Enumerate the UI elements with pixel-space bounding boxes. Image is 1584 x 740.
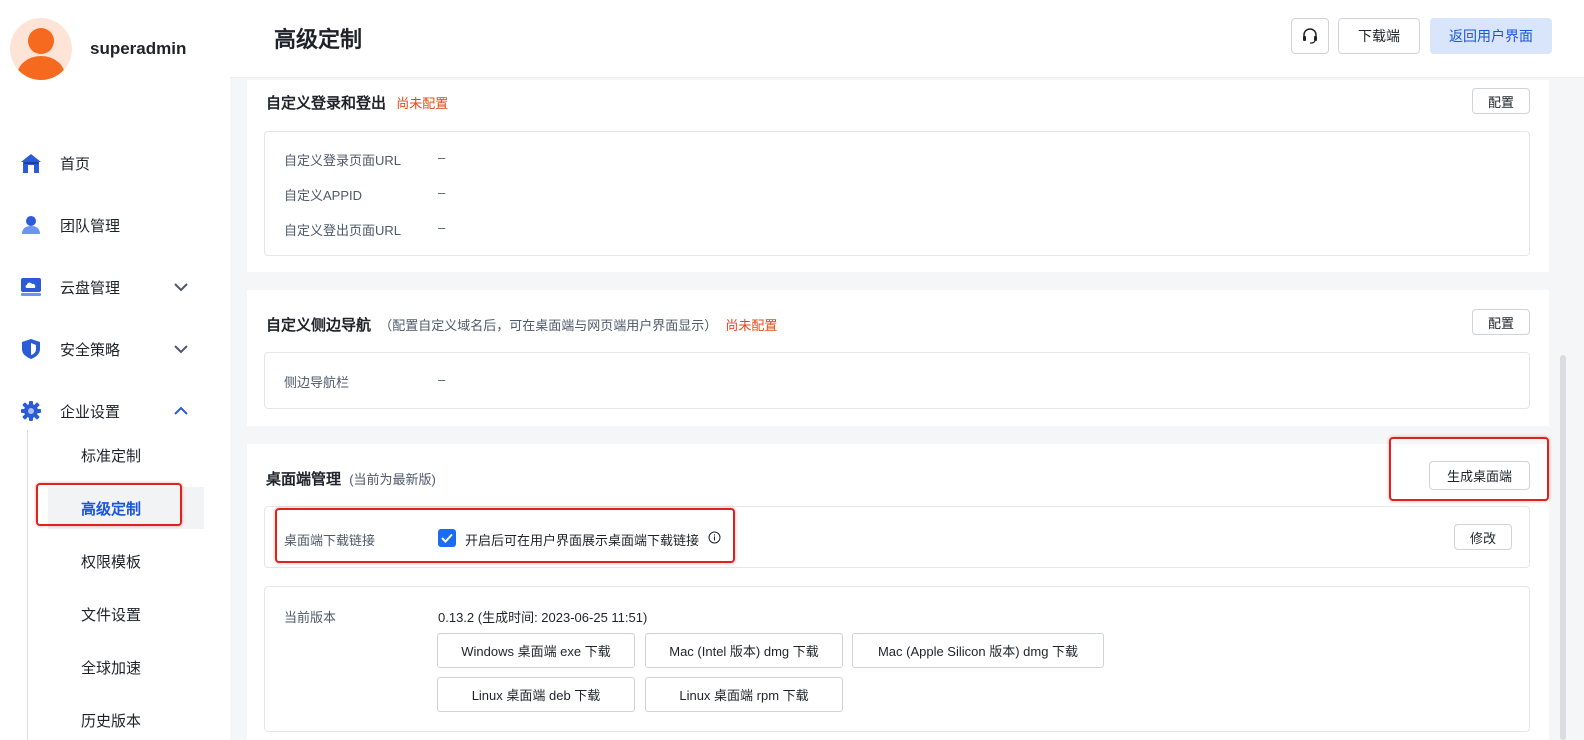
support-button[interactable] [1291,18,1329,54]
card-title: 自定义登录和登出 尚未配置 [266,92,448,113]
username: superadmin [90,39,187,58]
sidebar-subitem-global-acceleration[interactable]: 全球加速 [48,646,204,688]
desktop-client-card: 桌面端管理 (当前为最新版) 生成桌面端 桌面端下载链接 开启后可在用户界面展示… [247,444,1549,740]
sidebar-subitem-label: 标准定制 [81,447,142,465]
version-value: 0.13.2 (生成时间: 2023-06-25 11:51) [438,610,648,625]
page-title: 高级定制 [274,27,363,52]
windows-exe-download-button[interactable]: Windows 桌面端 exe 下载 [437,633,635,668]
chevron-down-icon[interactable] [172,278,190,296]
team-icon [22,216,40,234]
headset-icon [1303,28,1317,44]
submenu-guide-line [27,430,28,740]
card-note: （配置自定义域名后，可在桌面端与网页端用户界面显示） [379,318,718,333]
sidebar-item-enterprise-settings[interactable]: 企业设置 [0,391,230,431]
checkmark-icon [441,533,453,543]
download-label: Mac (Intel 版本) dmg 下载 [669,644,819,659]
custom-sidenav-card: 自定义侧边导航 （配置自定义域名后，可在桌面端与网页端用户界面显示） 尚未配置 … [247,290,1549,426]
sidebar-subitem-label: 全球加速 [81,659,142,677]
sidebar-subitem-history-versions[interactable]: 历史版本 [48,699,204,740]
avatar [10,18,72,80]
logout-url-label: 自定义登出页面URL [284,223,402,238]
login-config-button[interactable]: 配置 [1472,88,1530,114]
download-link-label: 桌面端下载链接 [284,533,376,548]
sidebar-subitem-advanced-custom[interactable]: 高级定制 [48,487,204,529]
sidebar-item-team[interactable]: 团队管理 [0,205,230,245]
scrollbar[interactable] [1560,355,1566,740]
download-link-panel: 桌面端下载链接 开启后可在用户界面展示桌面端下载链接 修改 [264,506,1530,568]
sidenav-config-button[interactable]: 配置 [1472,309,1530,335]
generate-label: 生成桌面端 [1446,469,1512,484]
version-label: 当前版本 [284,610,337,625]
sidenav-config-panel: 侧边导航栏 – [264,352,1530,409]
back-to-user-ui-button[interactable]: 返回用户界面 [1430,18,1552,54]
sidebar-subitem-label: 文件设置 [81,606,142,624]
version-panel: 当前版本 0.13.2 (生成时间: 2023-06-25 11:51) Win… [264,586,1530,732]
sidebar-item-home[interactable]: 首页 [0,143,230,183]
sidebar-subitem-label: 高级定制 [81,500,142,518]
sidebar-item-label: 企业设置 [60,403,121,421]
sidebar-item-label: 云盘管理 [60,279,121,297]
checkbox-label: 开启后可在用户界面展示桌面端下载链接 [465,533,700,548]
download-label: Windows 桌面端 exe 下载 [461,644,611,659]
status-badge: 尚未配置 [396,96,449,111]
home-icon [21,154,41,173]
card-note: (当前为最新版) [349,472,436,487]
card-title-text: 自定义登录和登出 [266,95,387,112]
download-label: Linux 桌面端 rpm 下载 [679,688,809,703]
sidebar-subitem-permission-template[interactable]: 权限模板 [48,540,204,582]
back-to-user-ui-label: 返回用户界面 [1449,28,1533,44]
card-title-text: 桌面端管理 [266,471,342,488]
custom-login-card: 自定义登录和登出 尚未配置 配置 自定义登录页面URL – 自定义APPID –… [247,80,1549,272]
page-header: 高级定制 下载端 返回用户界面 [230,0,1584,78]
chevron-up-icon[interactable] [172,402,190,420]
sidebar-subitem-standard-custom[interactable]: 标准定制 [48,434,204,476]
appid-label: 自定义APPID [284,188,363,203]
config-label: 配置 [1487,315,1514,331]
appid-value: – [438,185,446,200]
sidebar-item-label: 首页 [60,155,91,173]
shield-icon [22,339,40,359]
card-title: 桌面端管理 (当前为最新版) [266,468,436,489]
login-url-label: 自定义登录页面URL [284,153,402,168]
download-link-checkbox[interactable] [438,529,456,547]
download-label: Mac (Apple Silicon 版本) dmg 下载 [877,644,1079,659]
cloud-disk-icon [21,278,41,296]
logout-url-value: – [438,220,446,235]
sidebar: superadmin 首页 团队管理 云盘管理 安全策略 企业设置 标准定制 高… [0,0,230,740]
card-title: 自定义侧边导航 （配置自定义域名后，可在桌面端与网页端用户界面显示） 尚未配置 [266,314,777,335]
sidebar-subitem-label: 历史版本 [81,712,142,730]
config-label: 配置 [1487,94,1514,110]
info-icon[interactable] [708,531,721,544]
mac-intel-dmg-download-button[interactable]: Mac (Intel 版本) dmg 下载 [645,633,843,668]
card-title-text: 自定义侧边导航 [266,317,372,334]
gear-icon [21,401,41,421]
sidebar-item-cloud-disk[interactable]: 云盘管理 [0,267,230,307]
generate-desktop-client-button[interactable]: 生成桌面端 [1429,461,1530,490]
sidebar-item-label: 安全策略 [60,341,121,359]
edit-label: 修改 [1469,530,1496,546]
download-client-button[interactable]: 下载端 [1338,18,1420,54]
sidenav-value: – [438,372,446,387]
download-label: Linux 桌面端 deb 下载 [471,688,601,703]
sidebar-subitem-file-settings[interactable]: 文件设置 [48,593,204,635]
user-profile[interactable]: superadmin [10,18,186,80]
chevron-down-icon[interactable] [172,340,190,358]
linux-deb-download-button[interactable]: Linux 桌面端 deb 下载 [437,677,635,712]
login-url-value: – [438,150,446,165]
sidebar-item-label: 团队管理 [60,217,121,235]
status-badge: 尚未配置 [725,318,778,333]
login-config-panel: 自定义登录页面URL – 自定义APPID – 自定义登出页面URL – [264,131,1530,256]
sidebar-item-security[interactable]: 安全策略 [0,329,230,369]
download-client-label: 下载端 [1358,28,1400,44]
edit-download-link-button[interactable]: 修改 [1454,524,1512,550]
mac-apple-silicon-dmg-download-button[interactable]: Mac (Apple Silicon 版本) dmg 下载 [852,633,1104,668]
sidebar-subitem-label: 权限模板 [81,553,142,571]
sidenav-label: 侧边导航栏 [284,375,350,390]
linux-rpm-download-button[interactable]: Linux 桌面端 rpm 下载 [645,677,843,712]
